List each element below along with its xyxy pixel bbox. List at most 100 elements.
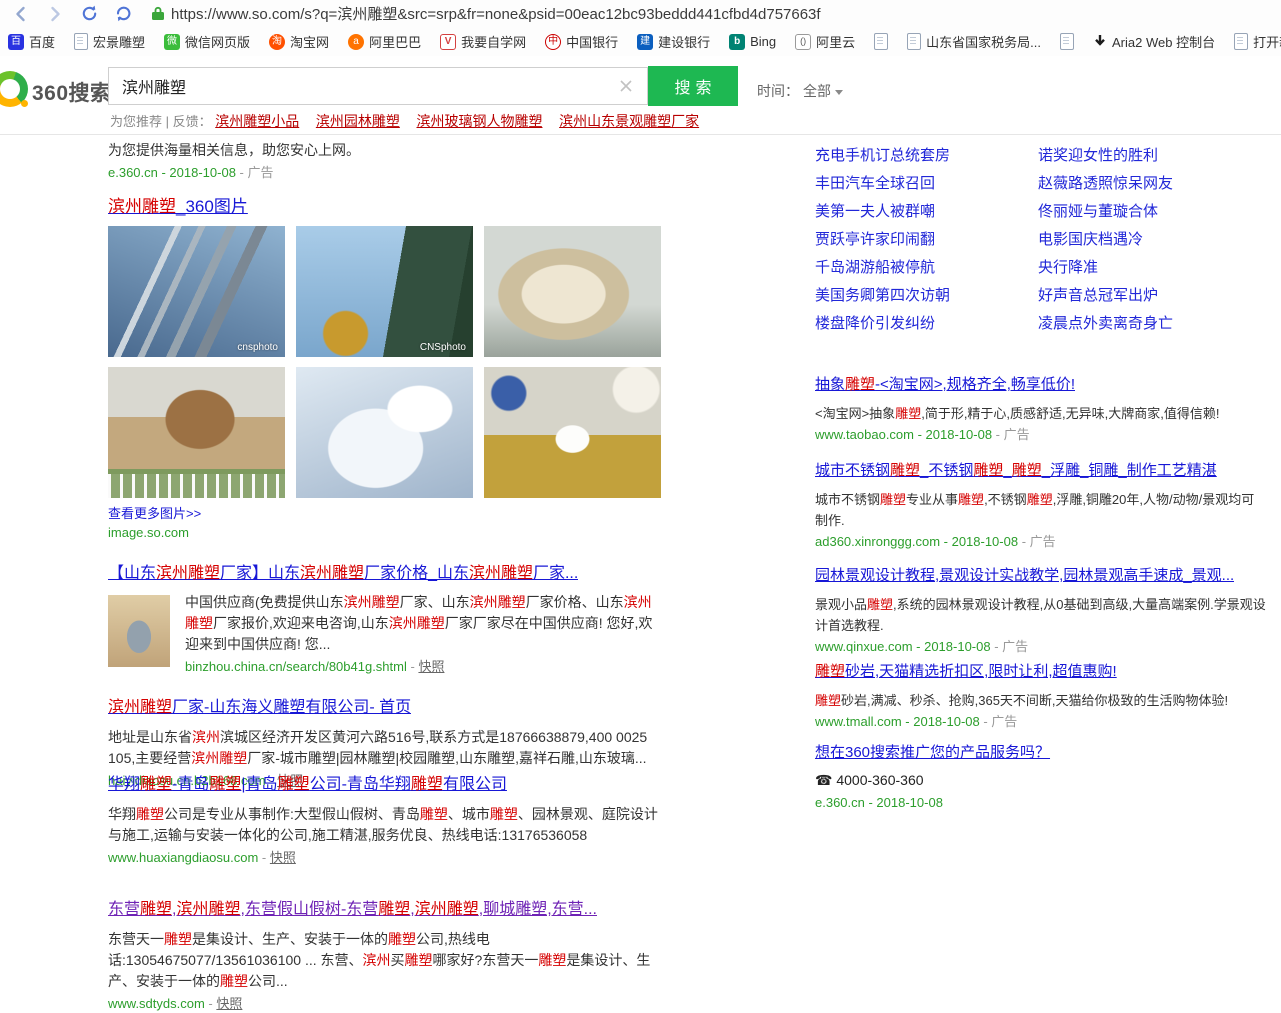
bookmark-alibaba[interactable]: a阿里巴巴 <box>348 32 421 51</box>
news-link[interactable]: 佟丽娅与董璇合体 <box>1038 200 1267 228</box>
ad-title-link[interactable]: 雕塑砂岩,天猫精选折扣区,限时让利,超值惠购! <box>815 661 1117 682</box>
news-link[interactable]: 好声音总冠军出炉 <box>1038 284 1267 312</box>
ad-title-link[interactable]: 园林景观设计教程,景观设计实战教学,园林景观高手速成_景观... <box>815 565 1234 586</box>
news-link[interactable]: 贾跃亭许家印闹翻 <box>815 228 1038 256</box>
bank-of-china-icon: 中 <box>545 34 561 50</box>
bookmark-51zxw[interactable]: V我要自学网 <box>440 32 526 51</box>
search-input[interactable] <box>122 68 602 104</box>
bookmark-untitled-2[interactable] <box>1060 33 1074 50</box>
refresh-icon[interactable] <box>78 3 100 25</box>
suggestion-link[interactable]: 滨州山东景观雕塑厂家 <box>559 113 699 129</box>
promo-block: 想在360搜索推广您的产品服务吗？ ☎ 4000-360-360 e.360.c… <box>815 742 1267 810</box>
result-image-4[interactable] <box>108 367 285 498</box>
bookmark-bing[interactable]: bBing <box>729 34 776 50</box>
bookmark-baidu[interactable]: 百百度 <box>8 32 55 51</box>
360-logo-text[interactable]: 360搜索 <box>32 77 112 107</box>
ad-snippet: 为您提供海量相关信息，助您安心上网。 <box>108 140 661 160</box>
top-ad-result: 为您提供海量相关信息，助您安心上网。 e.360.cn - 2018-10-08… <box>108 140 661 182</box>
bookmark-untitled-1[interactable] <box>874 33 888 50</box>
bookmark-ccb[interactable]: 建建设银行 <box>637 32 710 51</box>
ad-source-line: ad360.xinronggg.com - 2018-10-08 - 广告 <box>815 533 1267 551</box>
result-title-link[interactable]: 东营雕塑,滨州雕塑,东营假山假树-东营雕塑,滨州雕塑,聊城雕塑,东营... <box>108 900 597 920</box>
news-link[interactable]: 央行降准 <box>1038 256 1267 284</box>
watermark: cnsphoto <box>237 342 278 353</box>
suggestion-link[interactable]: 滨州园林雕塑 <box>316 113 400 129</box>
search-result: 华翔雕塑-青岛雕塑|青岛雕塑公司-青岛华翔雕塑有限公司 华翔雕塑公司是专业从事制… <box>108 775 661 867</box>
time-filter-dropdown[interactable]: 时间： 全部 <box>757 81 843 101</box>
result-source-line: www.huaxiangdiaosu.com - 快照 <box>108 849 661 867</box>
result-title-link[interactable]: 【山东滨州雕塑厂家】山东滨州雕塑厂家价格_山东滨州雕塑厂家... <box>108 564 578 584</box>
alibaba-icon: a <box>348 34 364 50</box>
bing-icon: b <box>729 34 745 50</box>
bookmark-newtab[interactable]: 打开新的标签页 <box>1234 32 1281 51</box>
result-thumbnail[interactable] <box>108 595 170 667</box>
time-filter-label: 时间： <box>757 81 799 101</box>
news-link[interactable]: 丰田汽车全球召回 <box>815 172 1038 200</box>
news-link[interactable]: 电影国庆档遇冷 <box>1038 228 1267 256</box>
news-link[interactable]: 楼盘降价引发纠纷 <box>815 312 1038 340</box>
image-grid: cnsphoto CNSphoto <box>108 226 661 498</box>
ad-title-link[interactable]: 城市不锈钢雕塑_不锈钢雕塑_雕塑_浮雕_铜雕_制作工艺精湛 <box>815 460 1217 481</box>
forward-icon[interactable] <box>44 3 66 25</box>
ad-source-line: www.qinxue.com - 2018-10-08 - 广告 <box>815 638 1267 656</box>
news-link[interactable]: 赵薇路透照惊呆网友 <box>1038 172 1267 200</box>
wechat-icon: 微 <box>164 34 180 50</box>
phone-icon: ☎ <box>815 772 832 788</box>
result-image-5[interactable] <box>296 367 473 498</box>
ad-source-line: e.360.cn - 2018-10-08 - 广告 <box>108 164 661 182</box>
ssl-lock-icon <box>152 6 164 21</box>
images-section-title: 滨州雕塑_360图片 <box>108 196 661 218</box>
result-title-link[interactable]: 滨州雕塑厂家-山东海义雕塑有限公司- 首页 <box>108 698 411 718</box>
51zxw-icon: V <box>440 34 456 50</box>
address-bar[interactable]: https://www.so.com/s?q=滨州雕塑&src=srp&fr=n… <box>171 3 821 24</box>
bookmark-hongjing[interactable]: 宏景雕塑 <box>74 32 145 51</box>
result-image-3[interactable] <box>484 226 661 357</box>
images-block-title-link[interactable]: 滨州雕塑_360图片 <box>108 197 248 216</box>
result-image-6[interactable] <box>484 367 661 498</box>
suggestion-link[interactable]: 滨州雕塑小品 <box>215 113 299 129</box>
news-link[interactable]: 诺奖迎女性的胜利 <box>1038 144 1267 172</box>
news-link[interactable]: 美国务卿第四次访朝 <box>815 284 1038 312</box>
page-icon <box>1234 33 1248 50</box>
result-title-link[interactable]: 华翔雕塑-青岛雕塑|青岛雕塑公司-青岛华翔雕塑有限公司 <box>108 775 507 795</box>
browser-toolbar: https://www.so.com/s?q=滨州雕塑&src=srp&fr=n… <box>0 0 1281 27</box>
reload-icon[interactable] <box>112 3 134 25</box>
result-snippet: 地址是山东省滨州滨城区经济开发区黄河六路516号,联系方式是1876663887… <box>108 727 661 769</box>
bookmark-aria2[interactable]: Aria2 Web 控制台 <box>1093 32 1215 51</box>
search-box <box>108 67 648 105</box>
news-link[interactable]: 充电手机订总统套房 <box>815 144 1038 172</box>
images-source: image.so.com <box>108 524 661 542</box>
baidu-icon: 百 <box>8 34 24 50</box>
search-result: 东营雕塑,滨州雕塑,东营假山假树-东营雕塑,滨州雕塑,聊城雕塑,东营... 东营… <box>108 900 661 1013</box>
back-icon[interactable] <box>10 3 32 25</box>
ad-snippet: <淘宝网>抽象雕塑,简于形,精于心,质感舒适,无异味,大牌商家,值得信赖! <box>815 403 1267 424</box>
taobao-icon: 淘 <box>269 34 285 50</box>
result-snippet: 华翔雕塑公司是专业从事制作:大型假山假树、青岛雕塑、城市雕塑、园林景观、庭院设计… <box>108 804 661 846</box>
promo-title-link[interactable]: 想在360搜索推广您的产品服务吗？ <box>815 744 1050 761</box>
bookmark-aliyun[interactable]: ()阿里云 <box>795 32 855 51</box>
news-link[interactable]: 千岛湖游船被停航 <box>815 256 1038 284</box>
page-icon <box>1060 33 1074 50</box>
search-result: 【山东滨州雕塑厂家】山东滨州雕塑厂家价格_山东滨州雕塑厂家... 中国供应商(免… <box>108 564 661 676</box>
promo-source-line: e.360.cn - 2018-10-08 <box>815 795 1267 810</box>
clear-icon[interactable] <box>617 77 635 100</box>
ad-block: 城市不锈钢雕塑_不锈钢雕塑_雕塑_浮雕_铜雕_制作工艺精湛 城市不锈钢雕塑专业从… <box>815 460 1267 551</box>
time-filter-value: 全部 <box>803 81 831 101</box>
bookmark-shandong-tax[interactable]: 山东省国家税务局... <box>907 32 1041 51</box>
news-link[interactable]: 美第一夫人被群嘲 <box>815 200 1038 228</box>
bookmark-taobao[interactable]: 淘淘宝网 <box>269 32 329 51</box>
ad-source-line: www.tmall.com - 2018-10-08 - 广告 <box>815 713 1267 731</box>
result-image-1[interactable]: cnsphoto <box>108 226 285 357</box>
suggestions-row: 为您推荐 | 反馈： 滨州雕塑小品 滨州园林雕塑 滨州玻璃钢人物雕塑 滨州山东景… <box>110 111 712 131</box>
search-button[interactable]: 搜索 <box>648 66 738 106</box>
more-images-link[interactable]: 查看更多图片>> <box>108 503 201 522</box>
ad-title-link[interactable]: 抽象雕塑-<淘宝网>,规格齐全,畅享低价! <box>815 374 1075 395</box>
bookmark-wechat[interactable]: 微微信网页版 <box>164 32 250 51</box>
bookmark-boc[interactable]: 中中国银行 <box>545 32 618 51</box>
ad-snippet: 景观小品雕塑,系统的园林景观设计教程,从0基础到高级,大量高端案例.学景观设计首… <box>815 594 1267 636</box>
bookmarks-bar: 百百度 宏景雕塑 微微信网页版 淘淘宝网 a阿里巴巴 V我要自学网 中中国银行 … <box>0 27 1281 57</box>
suggestion-link[interactable]: 滨州玻璃钢人物雕塑 <box>416 113 542 129</box>
news-link[interactable]: 凌晨点外卖离奇身亡 <box>1038 312 1267 340</box>
result-image-2[interactable]: CNSphoto <box>296 226 473 357</box>
ad-block: 雕塑砂岩,天猫精选折扣区,限时让利,超值惠购! 雕塑砂岩,满减、秒杀、抢购,36… <box>815 661 1267 731</box>
